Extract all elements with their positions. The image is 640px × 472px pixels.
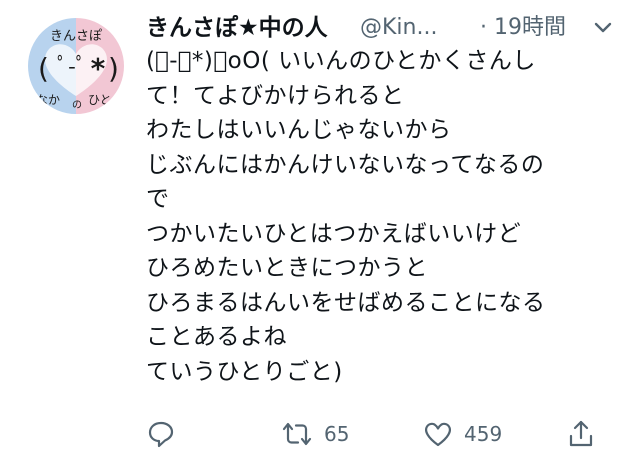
tweet-line: (ﾟ-ﾟ*)｡oO( いいんのひとかくさんし <box>146 48 536 74</box>
retweet-button[interactable]: 65 <box>280 414 349 454</box>
reply-icon <box>146 419 176 449</box>
timestamp[interactable]: 19時間 <box>494 12 566 44</box>
share-icon <box>566 418 596 450</box>
svg-text:(: ( <box>38 52 49 85</box>
tweet-line: じぶんにはかんけいないなってなるの <box>146 151 545 178</box>
tweet-line: ひろめたいときにつかうと <box>146 255 428 281</box>
tweet-line: ていうひとりごと) <box>146 358 343 385</box>
reply-button[interactable] <box>146 414 176 454</box>
heart-icon <box>422 419 454 449</box>
retweet-count: 65 <box>324 422 350 446</box>
more-options-icon[interactable] <box>588 12 618 44</box>
avatar-text-bottom-left: なか <box>36 93 60 107</box>
action-bar: 65 459 <box>146 414 616 454</box>
avatar[interactable]: きんさぽ ( ﾟ-ﾟ * ) なか の ひと <box>28 18 124 114</box>
separator-dot: · <box>480 15 487 40</box>
avatar-text-bottom-right: ひと <box>88 93 112 107</box>
tweet-line: ひろまるはんいをせばめることになる <box>146 289 546 316</box>
avatar-text-bottom-mid: の <box>72 100 82 111</box>
tweet-line: ことあるよね <box>146 324 287 350</box>
share-button[interactable] <box>566 414 596 454</box>
tweet-line: で <box>146 186 170 212</box>
avatar-text-top: きんさぽ <box>50 29 102 44</box>
tweet-line: て！てよびかけられると <box>146 82 405 109</box>
avatar-face: ﾟ-ﾟ <box>57 55 87 80</box>
retweet-icon <box>280 419 314 449</box>
like-button[interactable]: 459 <box>422 414 502 454</box>
display-name[interactable]: きんさぽ★中の人 <box>146 12 328 44</box>
avatar-star: * <box>91 52 106 85</box>
tweet-line: つかいたいひとはつかえばいいけど <box>146 220 522 247</box>
like-count: 459 <box>464 422 503 446</box>
tweet-line: わたしはいいんじゃないから <box>146 117 452 143</box>
svg-text:): ) <box>108 52 119 85</box>
tweet-text: (ﾟ-ﾟ*)｡oO( いいんのひとかくさんし て！てよびかけられると わたしはい… <box>146 44 626 389</box>
tweet-header: きんさぽ★中の人 @Kin... · 19時間 <box>146 12 626 44</box>
user-handle[interactable]: @Kin... <box>360 12 437 44</box>
